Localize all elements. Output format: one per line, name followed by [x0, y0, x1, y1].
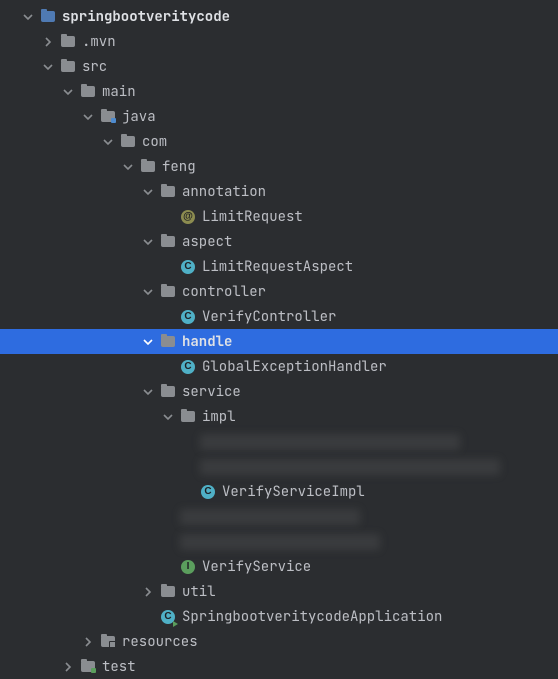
- chevron-down-icon: [140, 284, 156, 300]
- redacted-content: [180, 534, 380, 550]
- folder-test-icon: [80, 659, 96, 675]
- tree-item-label: aspect: [182, 233, 232, 251]
- package-icon: [160, 334, 176, 350]
- tree-item-verify-service[interactable]: I VerifyService: [0, 554, 558, 579]
- folder-module-icon: [40, 9, 56, 25]
- tree-item-label: src: [82, 58, 107, 76]
- package-icon: [160, 584, 176, 600]
- folder-icon: [60, 34, 76, 50]
- package-icon: [120, 134, 136, 150]
- chevron-down-icon: [140, 184, 156, 200]
- tree-item-label: handle: [182, 333, 232, 351]
- tree-item-label: controller: [182, 283, 266, 301]
- folder-icon: [80, 84, 96, 100]
- chevron-right-icon: [80, 634, 96, 650]
- tree-item-annotation[interactable]: annotation: [0, 179, 558, 204]
- tree-item-label: util: [182, 583, 216, 601]
- package-icon: [160, 184, 176, 200]
- tree-item-mvn[interactable]: .mvn: [0, 29, 558, 54]
- tree-item-global-exception-handler[interactable]: C GlobalExceptionHandler: [0, 354, 558, 379]
- redacted-content: [200, 434, 460, 450]
- tree-item-label: VerifyService: [202, 558, 311, 576]
- class-runnable-icon: C: [160, 609, 176, 625]
- tree-item-label: springbootveritycode: [62, 8, 230, 26]
- tree-item-label: annotation: [182, 183, 266, 201]
- chevron-right-icon: [40, 34, 56, 50]
- chevron-down-icon: [20, 9, 36, 25]
- tree-item-label: test: [102, 658, 136, 676]
- tree-item-limit-request-aspect[interactable]: C LimitRequestAspect: [0, 254, 558, 279]
- tree-item-label: main: [102, 83, 136, 101]
- chevron-down-icon: [40, 59, 56, 75]
- tree-item-label: java: [122, 108, 156, 126]
- tree-item-resources[interactable]: resources: [0, 629, 558, 654]
- tree-item-util[interactable]: util: [0, 579, 558, 604]
- package-icon: [180, 409, 196, 425]
- chevron-down-icon: [140, 384, 156, 400]
- chevron-down-icon: [160, 409, 176, 425]
- package-icon: [140, 159, 156, 175]
- tree-item-controller[interactable]: controller: [0, 279, 558, 304]
- tree-item-verify-controller[interactable]: C VerifyController: [0, 304, 558, 329]
- tree-item-label: GlobalExceptionHandler: [202, 358, 387, 376]
- tree-item-label: com: [142, 133, 167, 151]
- tree-item-java[interactable]: java: [0, 104, 558, 129]
- tree-item-label: service: [182, 383, 241, 401]
- tree-item-label: .mvn: [82, 33, 116, 51]
- tree-item-application[interactable]: C SpringbootveritycodeApplication: [0, 604, 558, 629]
- tree-item-com[interactable]: com: [0, 129, 558, 154]
- chevron-down-icon: [80, 109, 96, 125]
- chevron-down-icon: [140, 234, 156, 250]
- tree-item-main[interactable]: main: [0, 79, 558, 104]
- folder-source-icon: [100, 109, 116, 125]
- redacted-content: [200, 459, 500, 475]
- folder-resources-icon: [100, 634, 116, 650]
- folder-icon: [60, 59, 76, 75]
- tree-item-label: impl: [202, 408, 236, 426]
- class-icon: C: [200, 484, 216, 500]
- tree-item-redacted[interactable]: [0, 529, 558, 554]
- tree-item-redacted[interactable]: [0, 454, 558, 479]
- chevron-down-icon: [100, 134, 116, 150]
- chevron-right-icon: [140, 584, 156, 600]
- chevron-down-icon: [60, 84, 76, 100]
- tree-item-limit-request[interactable]: @ LimitRequest: [0, 204, 558, 229]
- tree-item-service[interactable]: service: [0, 379, 558, 404]
- chevron-right-icon: [60, 659, 76, 675]
- tree-item-label: resources: [122, 633, 198, 651]
- tree-item-feng[interactable]: feng: [0, 154, 558, 179]
- tree-item-label: VerifyServiceImpl: [222, 483, 365, 501]
- chevron-down-icon: [140, 334, 156, 350]
- class-icon: C: [180, 259, 196, 275]
- tree-item-redacted[interactable]: [0, 429, 558, 454]
- tree-item-label: VerifyController: [202, 308, 336, 326]
- package-icon: [160, 234, 176, 250]
- tree-item-handle[interactable]: handle: [0, 329, 558, 354]
- class-icon: C: [180, 309, 196, 325]
- tree-item-label: LimitRequest: [202, 208, 303, 226]
- tree-item-label: LimitRequestAspect: [202, 258, 353, 276]
- tree-item-test[interactable]: test: [0, 654, 558, 679]
- package-icon: [160, 384, 176, 400]
- tree-item-aspect[interactable]: aspect: [0, 229, 558, 254]
- interface-icon: I: [180, 559, 196, 575]
- tree-item-label: feng: [162, 158, 196, 176]
- tree-item-redacted[interactable]: [0, 504, 558, 529]
- tree-item-project-root[interactable]: springbootveritycode: [0, 4, 558, 29]
- annotation-icon: @: [180, 209, 196, 225]
- redacted-content: [180, 509, 360, 525]
- tree-item-label: SpringbootveritycodeApplication: [182, 608, 442, 626]
- tree-item-impl[interactable]: impl: [0, 404, 558, 429]
- package-icon: [160, 284, 176, 300]
- tree-item-src[interactable]: src: [0, 54, 558, 79]
- class-icon: C: [180, 359, 196, 375]
- tree-item-verify-service-impl[interactable]: C VerifyServiceImpl: [0, 479, 558, 504]
- chevron-down-icon: [120, 159, 136, 175]
